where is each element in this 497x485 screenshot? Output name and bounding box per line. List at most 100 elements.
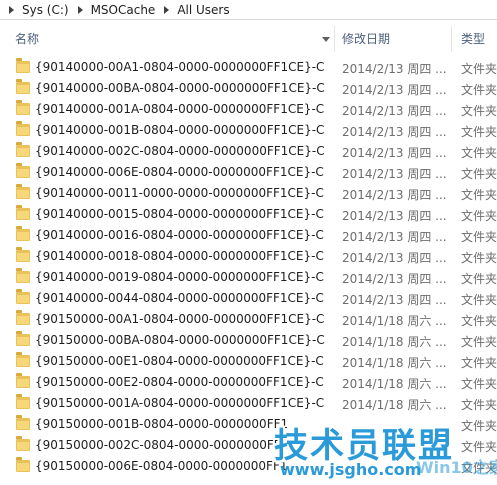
folder-icon xyxy=(16,100,30,115)
table-row[interactable]: {90140000-00A1-0804-0000-0000000FF1CE}-C… xyxy=(0,57,497,78)
row-type: 文件夹 xyxy=(461,293,497,307)
chevron-right-icon[interactable] xyxy=(77,5,83,14)
folder-icon xyxy=(16,436,30,451)
row-type: 文件夹 xyxy=(461,83,497,97)
folder-icon xyxy=(16,457,30,472)
table-row[interactable]: {90140000-006E-0804-0000-0000000FF1CE}-C… xyxy=(0,162,497,183)
column-header: 名称 修改日期 类型 xyxy=(0,26,497,52)
table-row[interactable]: {90150000-002C-0804-0000-0000000FF1 文件夹 xyxy=(0,435,497,456)
table-row[interactable]: {90150000-00BA-0804-0000-0000000FF1CE}-C… xyxy=(0,330,497,351)
folder-icon xyxy=(16,205,30,220)
row-date: 2014/2/13 周四 ... xyxy=(342,188,447,202)
row-name: {90150000-00A1-0804-0000-0000000FF1CE}-C xyxy=(35,312,325,326)
chevron-right-icon[interactable] xyxy=(9,5,14,14)
address-bar[interactable]: Sys (C:) MSOCache All Users xyxy=(0,0,497,20)
row-name: {90140000-001A-0804-0000-0000000FF1CE}-C xyxy=(35,102,325,116)
row-date: 2014/2/13 周四 ... xyxy=(342,104,447,118)
table-row[interactable]: {90140000-001A-0804-0000-0000000FF1CE}-C… xyxy=(0,99,497,120)
folder-icon xyxy=(16,142,30,157)
row-name: {90150000-002C-0804-0000-0000000FF1 xyxy=(35,438,289,452)
table-row[interactable]: {90140000-00BA-0804-0000-0000000FF1CE}-C… xyxy=(0,78,497,99)
row-name: {90140000-0015-0804-0000-0000000FF1CE}-C xyxy=(35,207,324,221)
row-type: 文件夹 xyxy=(461,146,497,160)
row-type: 文件夹 xyxy=(461,167,497,181)
table-row[interactable]: {90140000-002C-0804-0000-0000000FF1CE}-C… xyxy=(0,141,497,162)
folder-icon xyxy=(16,247,30,262)
row-date: 2014/1/18 周六 ... xyxy=(342,335,447,349)
row-type: 文件夹 xyxy=(461,398,497,412)
row-date: 2014/2/13 周四 ... xyxy=(342,125,447,139)
row-name: {90140000-0019-0804-0000-0000000FF1CE}-C xyxy=(35,270,324,284)
folder-icon xyxy=(16,226,30,241)
column-filter-dropdown-icon[interactable] xyxy=(322,37,330,42)
row-date: 2014/1/18 周六 ... xyxy=(342,356,447,370)
table-row[interactable]: {90140000-0019-0804-0000-0000000FF1CE}-C… xyxy=(0,267,497,288)
row-name: {90150000-001B-0804-0000-0000000FF1 xyxy=(35,417,289,431)
row-name: {90140000-002C-0804-0000-0000000FF1CE}-C xyxy=(35,144,325,158)
row-name: {90150000-00E1-0804-0000-0000000FF1CE}-C xyxy=(35,354,324,368)
row-name: {90150000-00BA-0804-0000-0000000FF1CE}-C xyxy=(35,333,325,347)
table-row[interactable]: {90140000-0015-0804-0000-0000000FF1CE}-C… xyxy=(0,204,497,225)
table-row[interactable]: {90140000-0011-0000-0000-0000000FF1CE}-C… xyxy=(0,183,497,204)
column-header-date[interactable]: 修改日期 xyxy=(342,26,390,52)
row-date: 2014/1/18 周六 ... xyxy=(342,314,447,328)
folder-icon xyxy=(16,352,30,367)
row-name: {90150000-00E2-0804-0000-0000000FF1CE}-C xyxy=(35,375,324,389)
folder-icon xyxy=(16,289,30,304)
table-row[interactable]: {90150000-006E-0804-0000-0000000FF1 文件夹 xyxy=(0,456,497,477)
row-type: 文件夹 xyxy=(461,188,497,202)
row-name: {90140000-0011-0000-0000-0000000FF1CE}-C xyxy=(35,186,324,200)
row-type: 文件夹 xyxy=(461,251,497,265)
column-header-type[interactable]: 类型 xyxy=(461,26,485,52)
row-date: 2014/2/13 周四 ... xyxy=(342,83,447,97)
folder-icon xyxy=(16,310,30,325)
row-type: 文件夹 xyxy=(461,209,497,223)
row-type: 文件夹 xyxy=(461,125,497,139)
folder-icon xyxy=(16,415,30,430)
table-row[interactable]: {90140000-0018-0804-0000-0000000FF1CE}-C… xyxy=(0,246,497,267)
row-type: 文件夹 xyxy=(461,314,497,328)
row-type: 文件夹 xyxy=(461,104,497,118)
table-row[interactable]: {90140000-0016-0804-0000-0000000FF1CE}-C… xyxy=(0,225,497,246)
row-name: {90140000-00A1-0804-0000-0000000FF1CE}-C xyxy=(35,60,325,74)
row-date: 2014/2/13 周四 ... xyxy=(342,209,447,223)
row-date: 2014/2/13 周四 ... xyxy=(342,62,447,76)
row-type: 文件夹 xyxy=(461,461,497,475)
file-list: {90140000-00A1-0804-0000-0000000FF1CE}-C… xyxy=(0,57,497,477)
row-name: {90140000-0016-0804-0000-0000000FF1CE}-C xyxy=(35,228,324,242)
table-row[interactable]: {90150000-001A-0804-0000-0000000FF1CE}-C… xyxy=(0,393,497,414)
table-row[interactable]: {90150000-00A1-0804-0000-0000000FF1CE}-C… xyxy=(0,309,497,330)
folder-icon xyxy=(16,121,30,136)
chevron-right-icon[interactable] xyxy=(164,5,170,14)
row-type: 文件夹 xyxy=(461,272,497,286)
column-divider[interactable] xyxy=(334,26,335,52)
folder-icon xyxy=(16,58,30,73)
row-name: {90150000-001A-0804-0000-0000000FF1CE}-C xyxy=(35,396,325,410)
column-divider[interactable] xyxy=(451,26,452,52)
row-date: 2014/2/13 周四 ... xyxy=(342,146,447,160)
breadcrumb-item-sys-drive[interactable]: Sys (C:) xyxy=(22,3,69,17)
row-type: 文件夹 xyxy=(461,440,497,454)
row-name: {90140000-0018-0804-0000-0000000FF1CE}-C xyxy=(35,249,324,263)
row-type: 文件夹 xyxy=(461,356,497,370)
row-name: {90140000-001B-0804-0000-0000000FF1CE}-C xyxy=(35,123,325,137)
row-date: 2014/1/18 周六 ... xyxy=(342,398,447,412)
folder-icon xyxy=(16,268,30,283)
table-row[interactable]: {90150000-00E1-0804-0000-0000000FF1CE}-C… xyxy=(0,351,497,372)
table-row[interactable]: {90140000-0044-0804-0000-0000000FF1CE}-C… xyxy=(0,288,497,309)
row-date: 2014/2/13 周四 ... xyxy=(342,230,447,244)
row-type: 文件夹 xyxy=(461,62,497,76)
table-row[interactable]: {90150000-00E2-0804-0000-0000000FF1CE}-C… xyxy=(0,372,497,393)
breadcrumb-item-all-users[interactable]: All Users xyxy=(177,3,229,17)
folder-icon xyxy=(16,373,30,388)
table-row[interactable]: {90150000-001B-0804-0000-0000000FF1 文件夹 xyxy=(0,414,497,435)
row-date: 2014/2/13 周四 ... xyxy=(342,293,447,307)
row-date: 2014/2/13 周四 ... xyxy=(342,251,447,265)
table-row[interactable]: {90140000-001B-0804-0000-0000000FF1CE}-C… xyxy=(0,120,497,141)
breadcrumb-item-msocache[interactable]: MSOCache xyxy=(91,3,156,17)
row-date: 2014/2/13 周四 ... xyxy=(342,272,447,286)
folder-icon xyxy=(16,331,30,346)
folder-icon xyxy=(16,163,30,178)
column-header-name[interactable]: 名称 xyxy=(15,26,39,52)
row-type: 文件夹 xyxy=(461,377,497,391)
